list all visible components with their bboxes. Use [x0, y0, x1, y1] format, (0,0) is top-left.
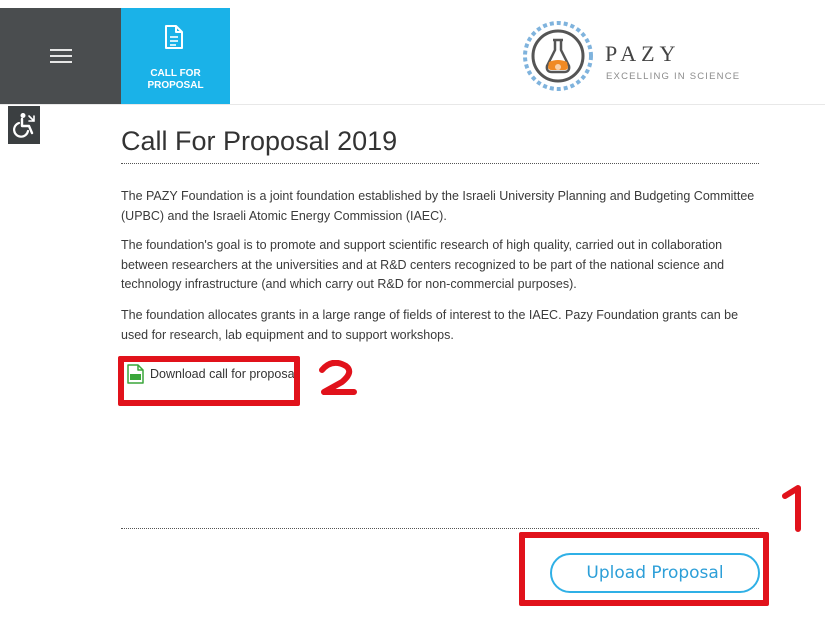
wheelchair-icon — [13, 113, 35, 138]
pazy-logo[interactable]: PAZY EXCELLING IN SCIENCE — [522, 14, 762, 98]
tab-label: CALL FOR PROPOSAL — [147, 68, 204, 91]
logo-tagline: EXCELLING IN SCIENCE — [606, 71, 741, 82]
accessibility-button[interactable] — [8, 106, 40, 144]
annotation-number-1 — [782, 485, 801, 532]
upload-proposal-button[interactable]: Upload Proposal — [550, 553, 760, 593]
bottom-divider — [121, 528, 759, 529]
top-bar: CALL FOR PROPOSAL PAZY EXCELLING IN SCIE… — [0, 8, 825, 105]
hamburger-icon — [49, 49, 72, 63]
goal-paragraph: The foundation's goal is to promote and … — [121, 238, 725, 291]
document-icon — [165, 25, 183, 49]
title-divider — [121, 163, 759, 164]
tab-call-for-proposal[interactable]: CALL FOR PROPOSAL — [121, 8, 230, 104]
page-title: Call For Proposal 2019 — [121, 126, 398, 156]
intro-paragraph: The PAZY Foundation is a joint foundatio… — [121, 189, 755, 223]
flask-emblem-icon — [523, 21, 593, 91]
grants-paragraph: The foundation allocates grants in a lar… — [121, 308, 739, 342]
annotation-box-download — [118, 356, 300, 406]
logo-name: PAZY — [605, 41, 681, 66]
menu-button[interactable] — [0, 8, 121, 104]
annotation-number-2 — [319, 360, 357, 395]
